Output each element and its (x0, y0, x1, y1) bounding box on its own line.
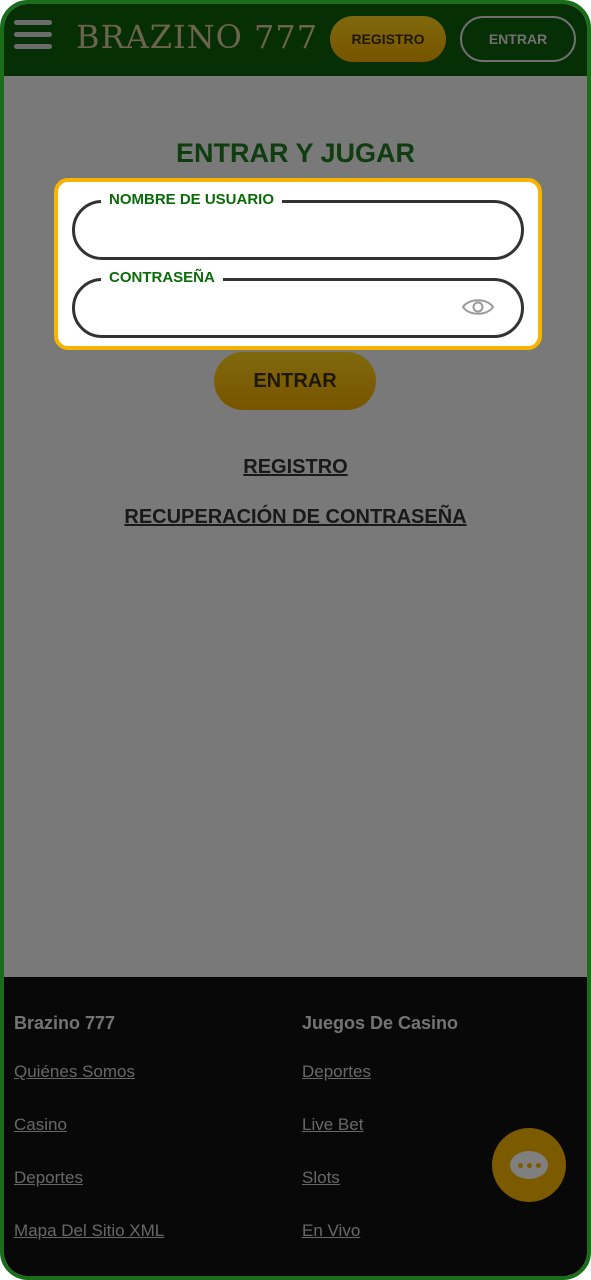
login-form-highlight: NOMBRE DE USUARIO CONTRASEÑA (54, 178, 542, 350)
register-link[interactable]: REGISTRO (4, 456, 587, 479)
footer-column-games: Juegos De Casino Deportes Live Bet Slots… (302, 1013, 458, 1274)
footer-link[interactable]: Live Bet (302, 1115, 458, 1137)
footer-link[interactable]: En Vivo (302, 1221, 458, 1243)
footer-link[interactable]: Slots (302, 1168, 458, 1190)
brand-logo[interactable]: BRAZINO 777 (76, 18, 318, 56)
footer-column-brand: Brazino 777 Quiénes Somos Casino Deporte… (14, 1013, 164, 1274)
footer-link[interactable]: Deportes (302, 1062, 458, 1084)
footer-heading: Brazino 777 (14, 1013, 116, 1033)
header-login-button[interactable]: ENTRAR (460, 16, 576, 62)
site-footer: Brazino 777 Quiénes Somos Casino Deporte… (4, 977, 587, 1276)
footer-link[interactable]: Quiénes Somos (14, 1062, 164, 1084)
top-header: BRAZINO 777 REGISTRO ENTRAR (4, 4, 587, 76)
footer-heading: Juegos De Casino (302, 1013, 459, 1033)
chat-icon (510, 1151, 548, 1179)
header-register-button[interactable]: REGISTRO (330, 16, 446, 62)
footer-link[interactable]: Mapa Del Sitio XML (14, 1221, 164, 1243)
username-field[interactable]: NOMBRE DE USUARIO (72, 191, 524, 260)
chat-button[interactable] (492, 1128, 566, 1202)
footer-link[interactable]: Deportes (14, 1168, 164, 1190)
phone-frame: BRAZINO 777 REGISTRO ENTRAR ENTRAR Y JUG… (0, 0, 591, 1280)
password-field[interactable]: CONTRASEÑA (72, 269, 524, 338)
password-recovery-link[interactable]: RECUPERACIÓN DE CONTRASEÑA (4, 506, 587, 529)
password-label: CONTRASEÑA (101, 269, 223, 286)
eye-icon[interactable] (461, 295, 495, 319)
username-label: NOMBRE DE USUARIO (101, 191, 283, 208)
footer-link[interactable]: Casino (14, 1115, 164, 1137)
hamburger-icon[interactable] (14, 20, 52, 56)
submit-login-button[interactable]: ENTRAR (214, 352, 376, 410)
page-title: ENTRAR Y JUGAR (175, 138, 416, 168)
